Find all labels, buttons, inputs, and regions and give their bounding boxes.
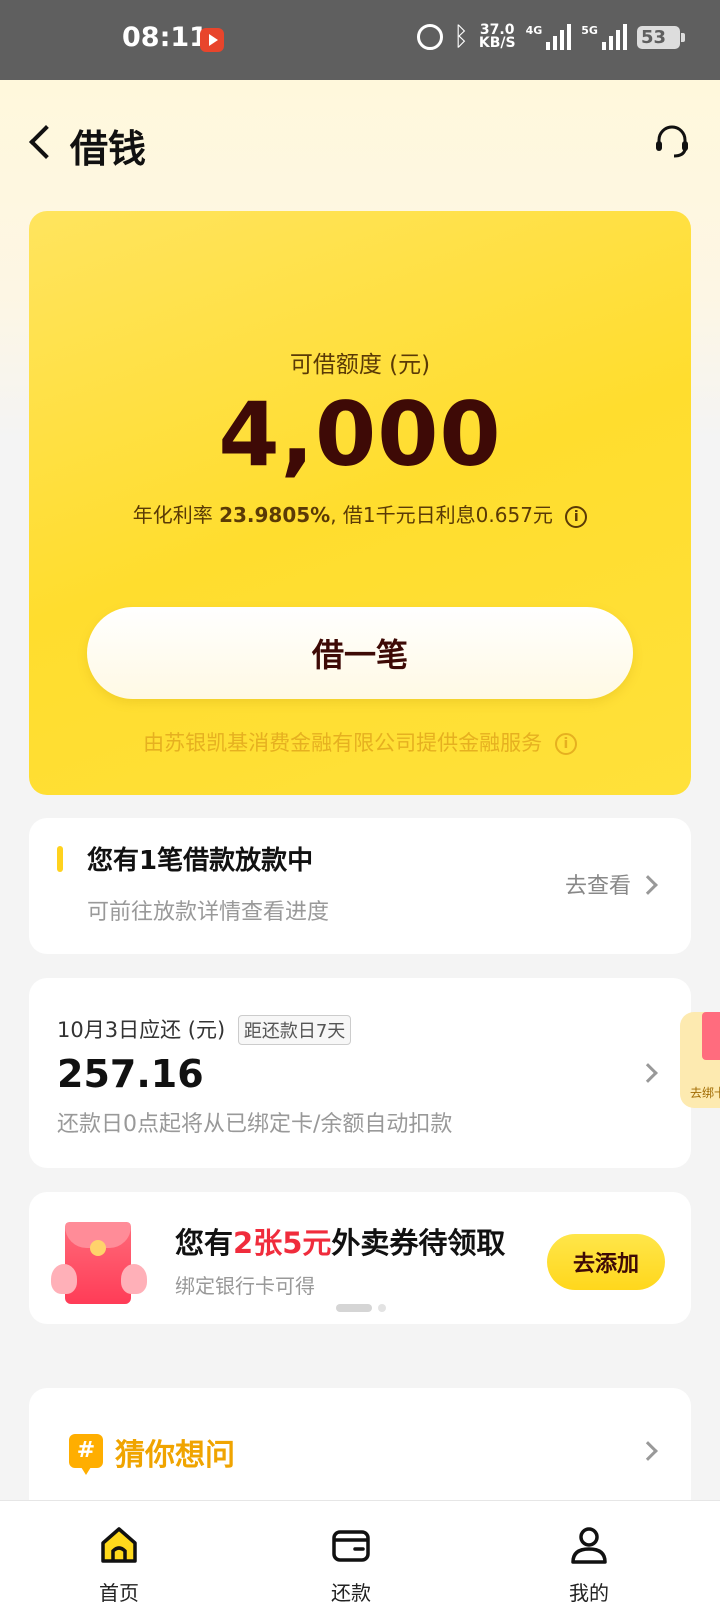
bluetooth-icon: ᛒ: [453, 22, 469, 52]
float-label: 去绑卡: [690, 1086, 720, 1100]
info-icon[interactable]: i: [554, 733, 577, 755]
countdown-tag: 距还款日7天: [237, 1015, 352, 1045]
wallet-icon: [332, 1530, 370, 1562]
status-time: 08:11: [122, 22, 208, 53]
coupon-promo-card[interactable]: 您有2张5元外卖券待领取 绑定银行卡可得 去添加: [29, 1192, 691, 1324]
alarm-icon: [417, 24, 444, 50]
status-icons: ᛒ 37.0 KB/S 4G 5G 53: [417, 22, 686, 52]
accent-bar: [57, 846, 63, 872]
notice-subtitle: 可前往放款详情查看进度: [87, 900, 330, 925]
network-type-1: 4G: [525, 24, 543, 37]
notice-title: 您有1笔借款放款中: [87, 846, 314, 876]
status-bar: 08:11 ᛒ 37.0 KB/S 4G 5G 53: [0, 0, 720, 80]
chevron-right-icon: [638, 1063, 658, 1083]
tulip-icon: [121, 1264, 147, 1294]
bottom-navigation: 首页 还款 我的: [0, 1500, 720, 1608]
hashtag-icon: #: [69, 1434, 103, 1475]
screen-record-icon: [200, 28, 224, 52]
rate-suffix: , 借1千元日利息0.657元: [330, 503, 553, 527]
chevron-right-icon: [638, 875, 658, 895]
interest-rate-info: 年化利率 23.9805%, 借1千元日利息0.657元 i: [29, 499, 691, 528]
promo-highlight: 2张5元: [233, 1226, 332, 1260]
add-card-button[interactable]: 去添加: [547, 1234, 665, 1290]
carousel-dot: [378, 1304, 386, 1312]
carousel-indicator: [336, 1304, 386, 1312]
bind-card-float[interactable]: 去绑卡: [680, 1012, 720, 1108]
rate-prefix: 年化利率: [132, 503, 213, 527]
info-icon[interactable]: i: [565, 505, 588, 528]
repayment-note: 还款日0点起将从已绑定卡/余额自动扣款: [57, 1112, 453, 1137]
signal-icon: [601, 24, 627, 50]
rate-value: 23.9805%: [219, 503, 331, 527]
nav-item-home[interactable]: 首页: [59, 1501, 179, 1608]
chevron-right-icon: [638, 1441, 658, 1461]
carousel-dot: [336, 1304, 372, 1312]
limit-amount: 4,000: [218, 383, 502, 486]
repayment-card[interactable]: 10月3日应还 (元) 距还款日7天 257.16 还款日0点起将从已绑定卡/余…: [29, 978, 691, 1168]
limit-label: 可借额度 (元): [289, 352, 431, 378]
battery-icon: 53: [636, 25, 686, 49]
faq-card[interactable]: # 猜你想问: [29, 1388, 691, 1518]
red-envelope-icon: [65, 1222, 131, 1304]
home-icon: [101, 1527, 137, 1563]
red-envelope-icon: [702, 1012, 720, 1060]
network-type-2: 5G: [581, 24, 598, 37]
due-label: 10月3日应还 (元): [57, 1018, 226, 1042]
promo-title: 您有2张5元外卖券待领取: [175, 1226, 506, 1260]
borrow-button[interactable]: 借一笔: [87, 607, 633, 699]
loan-limit-card: 可借额度 (元) 4,000 年化利率 23.9805%, 借1千元日利息0.6…: [29, 211, 691, 795]
repayment-due: 10月3日应还 (元) 距还款日7天: [57, 1014, 352, 1045]
repayment-amount: 257.16: [57, 1052, 204, 1096]
nav-label: 我的: [569, 1581, 609, 1605]
disbursement-notice-card[interactable]: 您有1笔借款放款中 可前往放款详情查看进度 去查看: [29, 818, 691, 954]
page-title: 借钱: [70, 127, 147, 171]
network-speed: 37.0 KB/S: [478, 22, 516, 51]
view-details-link[interactable]: 去查看: [565, 868, 631, 900]
signal-icon: [546, 24, 572, 50]
nav-label: 首页: [99, 1581, 139, 1605]
user-icon: [571, 1527, 607, 1564]
provider-notice: 由苏银凯基消费金融有限公司提供金融服务 i: [29, 727, 691, 757]
nav-label: 还款: [331, 1581, 371, 1605]
headset-icon[interactable]: [654, 124, 690, 160]
tulip-icon: [51, 1264, 77, 1294]
faq-title: 猜你想问: [115, 1438, 235, 1473]
promo-subtitle: 绑定银行卡可得: [175, 1274, 315, 1298]
nav-item-repay[interactable]: 还款: [291, 1501, 411, 1608]
nav-item-profile[interactable]: 我的: [529, 1501, 649, 1608]
provider-text: 由苏银凯基消费金融有限公司提供金融服务: [143, 731, 543, 755]
